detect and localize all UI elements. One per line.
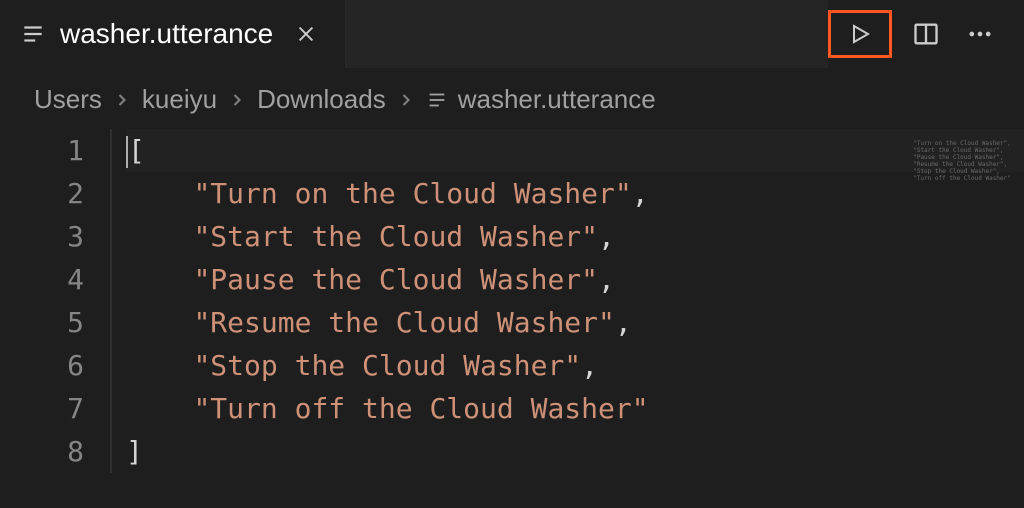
file-icon	[20, 21, 46, 47]
line-number: 6	[0, 344, 84, 387]
code-line[interactable]: ]	[126, 430, 1024, 473]
editor[interactable]: 12345678 [ "Turn on the Cloud Washer", "…	[0, 129, 1024, 473]
tab-bar-background	[346, 0, 828, 68]
close-icon[interactable]	[291, 19, 321, 49]
code-line[interactable]: "Pause the Cloud Washer",	[126, 258, 1024, 301]
line-number: 8	[0, 430, 84, 473]
editor-tab[interactable]: washer.utterance	[0, 0, 346, 68]
breadcrumb-item[interactable]: washer.utterance	[458, 84, 656, 115]
chevron-right-icon	[392, 90, 420, 110]
line-number: 7	[0, 387, 84, 430]
line-number: 5	[0, 301, 84, 344]
tab-actions	[828, 10, 1024, 58]
chevron-right-icon	[108, 90, 136, 110]
line-number: 2	[0, 172, 84, 215]
minimap[interactable]: "Turn on the Cloud Washer", "Start the C…	[906, 140, 1016, 200]
breadcrumb-item[interactable]: Users	[34, 84, 102, 115]
breadcrumb-item[interactable]: Downloads	[257, 84, 386, 115]
code-line[interactable]: "Turn off the Cloud Washer"	[126, 387, 1024, 430]
line-number: 4	[0, 258, 84, 301]
code-line[interactable]: "Turn on the Cloud Washer",	[126, 172, 1024, 215]
breadcrumb: Users kueiyu Downloads washer.utterance	[0, 68, 1024, 129]
code-line[interactable]: "Resume the Cloud Washer",	[126, 301, 1024, 344]
run-button[interactable]	[828, 10, 892, 58]
code-line[interactable]: "Stop the Cloud Washer",	[126, 344, 1024, 387]
code-line[interactable]: "Start the Cloud Washer",	[126, 215, 1024, 258]
tab-title: washer.utterance	[60, 18, 273, 50]
breadcrumb-item[interactable]: kueiyu	[142, 84, 217, 115]
chevron-right-icon	[223, 90, 251, 110]
file-icon	[426, 89, 448, 111]
code-line[interactable]: [	[126, 129, 1024, 172]
line-number: 1	[0, 129, 84, 172]
split-editor-button[interactable]	[906, 14, 946, 54]
code-content[interactable]: [ "Turn on the Cloud Washer", "Start the…	[110, 129, 1024, 473]
text-cursor	[126, 136, 128, 168]
tab-bar: washer.utterance	[0, 0, 1024, 68]
line-number: 3	[0, 215, 84, 258]
more-actions-button[interactable]	[960, 14, 1000, 54]
line-number-gutter: 12345678	[0, 129, 110, 473]
